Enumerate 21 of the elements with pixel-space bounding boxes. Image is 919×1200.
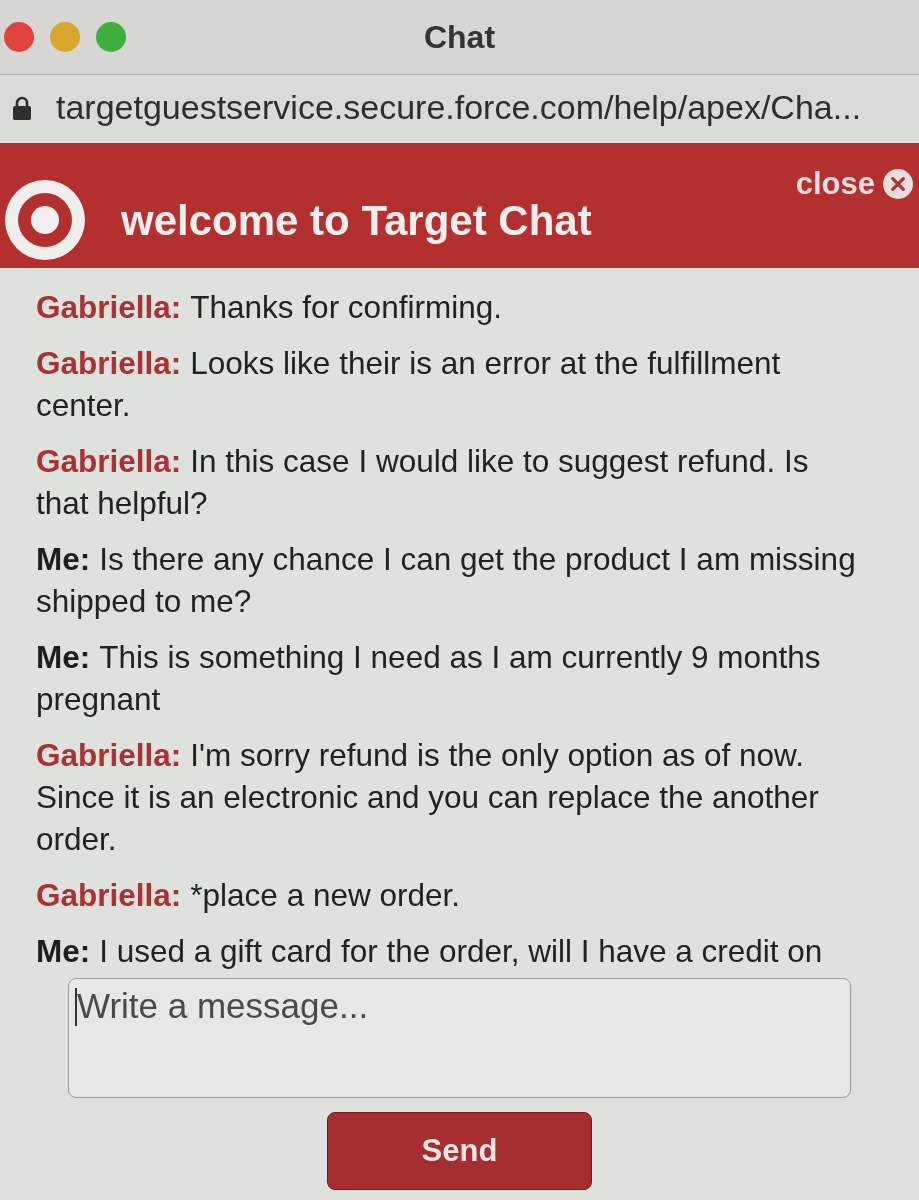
chat-message: Gabriella: Looks like their is an error at the fulfillment center. xyxy=(36,344,782,425)
chat-message: Gabriella: In this case I would like to suggest refund. Is that helpful? xyxy=(36,442,810,523)
maximize-window-icon[interactable] xyxy=(96,22,126,52)
close-button[interactable]: close xyxy=(795,161,913,208)
chat-title: welcome to Target Chat xyxy=(121,196,592,246)
url-text[interactable]: targetguestservice.secure.force.com/help/apex/Cha... xyxy=(56,82,862,133)
chat-message: Gabriella: I'm sorry refund is the only option as of now. Since it is an electronic and you can replace the another order. xyxy=(36,736,820,859)
bullseye-logo-icon xyxy=(5,180,85,260)
chat-message: Gabriella: Thanks for confirming. xyxy=(36,288,503,327)
chat-message: Me: This is something I need as I am currently 9 months pregnant xyxy=(36,638,822,719)
text-cursor-icon xyxy=(75,988,77,1026)
lock-icon xyxy=(12,95,32,120)
chat-message: Gabriella: *place a new order. xyxy=(36,876,461,915)
message-input[interactable]: Write a message... xyxy=(68,978,851,1098)
chat-message: Me: I used a gift card for the order, will I have a credit on xyxy=(36,932,824,971)
close-icon xyxy=(883,169,913,200)
close-window-icon[interactable] xyxy=(4,22,34,52)
minimize-window-icon[interactable] xyxy=(50,22,80,52)
chat-message: Me: Is there any chance I can get the product I am missing shipped to me? xyxy=(36,540,857,621)
send-button[interactable]: Send xyxy=(327,1112,592,1190)
window-title: Chat xyxy=(423,18,496,57)
